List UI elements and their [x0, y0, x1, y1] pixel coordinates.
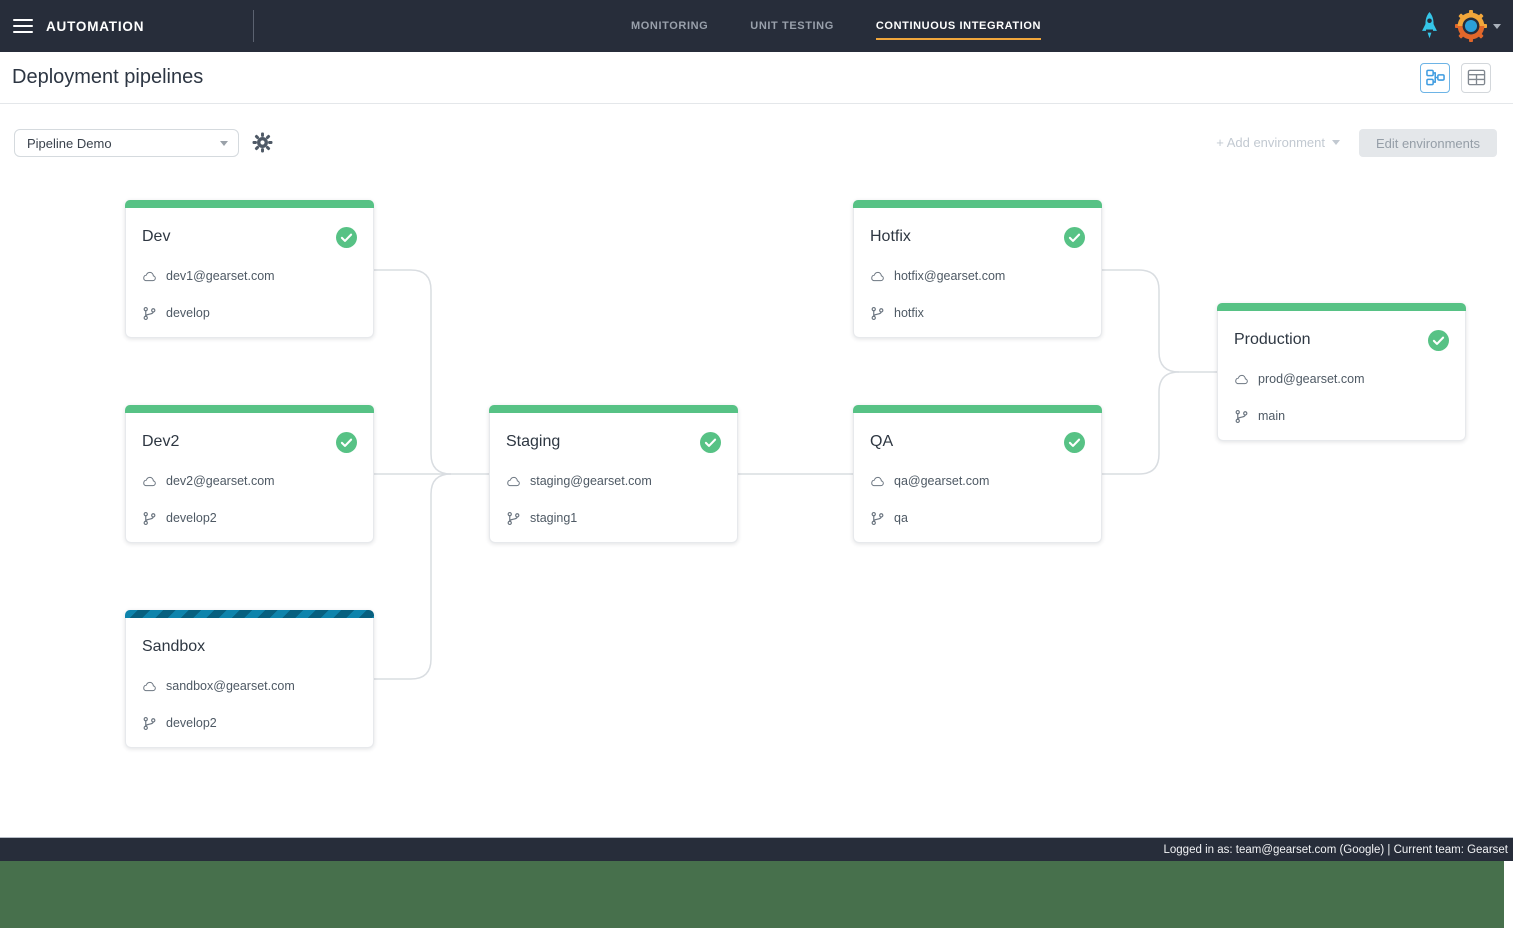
account-menu[interactable] — [1455, 10, 1501, 42]
check-circle-icon — [1428, 330, 1449, 351]
logged-in-status: Logged in as: team@gearset.com (Google) … — [1164, 844, 1509, 856]
env-branch: main — [1258, 409, 1285, 423]
env-org: dev1@gearset.com — [166, 269, 275, 283]
env-branch: qa — [894, 511, 908, 525]
view-toggles — [1420, 63, 1491, 93]
add-environment-button[interactable]: + Add environment — [1216, 135, 1340, 150]
edit-environments-button[interactable]: Edit environments — [1359, 129, 1497, 157]
page-header: Deployment pipelines — [0, 52, 1513, 104]
tab-unit-testing[interactable]: UNIT TESTING — [750, 14, 834, 38]
chevron-down-icon — [1332, 140, 1340, 145]
table-view-icon[interactable] — [1461, 63, 1491, 93]
add-environment-label: + Add environment — [1216, 135, 1325, 150]
git-branch-icon — [142, 306, 157, 321]
pipeline-toolbar: Pipeline Demo + Add environment Edit env… — [0, 104, 1513, 170]
env-status-bar — [125, 405, 374, 413]
git-branch-icon — [506, 511, 521, 526]
chevron-down-icon — [1493, 24, 1501, 29]
cloud-icon — [506, 474, 521, 489]
env-status-bar — [125, 200, 374, 208]
footer-panel — [0, 861, 1504, 928]
env-status-bar — [853, 405, 1102, 413]
cloud-icon — [142, 679, 157, 694]
pipeline-select-value: Pipeline Demo — [27, 136, 112, 151]
tab-continuous-integration[interactable]: CONTINUOUS INTEGRATION — [876, 14, 1041, 38]
app-window: AUTOMATION MONITORING UNIT TESTING CONTI… — [0, 0, 1513, 928]
check-circle-icon — [1064, 432, 1085, 453]
env-org: sandbox@gearset.com — [166, 679, 295, 693]
env-org: hotfix@gearset.com — [894, 269, 1005, 283]
env-branch: hotfix — [894, 306, 924, 320]
env-status-bar — [1217, 303, 1466, 311]
tab-monitoring[interactable]: MONITORING — [631, 14, 708, 38]
env-status-bar-striped — [125, 610, 374, 618]
check-circle-icon — [700, 432, 721, 453]
chevron-down-icon — [220, 141, 228, 146]
env-name: Production — [1234, 331, 1311, 349]
env-org: dev2@gearset.com — [166, 474, 275, 488]
git-branch-icon — [1234, 409, 1249, 424]
git-branch-icon — [142, 511, 157, 526]
env-name: Dev — [142, 228, 170, 246]
cloud-icon — [142, 269, 157, 284]
nav-tabs: MONITORING UNIT TESTING CONTINUOUS INTEG… — [631, 0, 1041, 52]
env-name: Sandbox — [142, 638, 205, 656]
env-card-dev2[interactable]: Dev2 dev2@gearset.com develop2 — [125, 405, 374, 543]
cloud-icon — [870, 269, 885, 284]
env-name: QA — [870, 433, 893, 451]
env-name: Hotfix — [870, 228, 911, 246]
cloud-icon — [870, 474, 885, 489]
nav-divider — [253, 10, 254, 42]
gear-icon[interactable] — [252, 132, 273, 153]
env-org: prod@gearset.com — [1258, 372, 1365, 386]
env-name: Dev2 — [142, 433, 179, 451]
env-status-bar — [853, 200, 1102, 208]
env-branch: develop — [166, 306, 210, 320]
pipeline-select[interactable]: Pipeline Demo — [14, 129, 239, 157]
env-name: Staging — [506, 433, 560, 451]
env-org: staging@gearset.com — [530, 474, 652, 488]
env-branch: staging1 — [530, 511, 577, 525]
cloud-icon — [142, 474, 157, 489]
env-card-dev[interactable]: Dev dev1@gearset.com develop — [125, 200, 374, 338]
env-card-production[interactable]: Production prod@gearset.com main — [1217, 303, 1466, 441]
check-circle-icon — [1064, 227, 1085, 248]
git-branch-icon — [870, 306, 885, 321]
env-branch: develop2 — [166, 716, 217, 730]
check-circle-icon — [336, 432, 357, 453]
git-branch-icon — [870, 511, 885, 526]
env-card-hotfix[interactable]: Hotfix hotfix@gearset.com hotfix — [853, 200, 1102, 338]
check-circle-icon — [336, 227, 357, 248]
nav-right-actions — [1419, 0, 1501, 52]
cloud-icon — [1234, 372, 1249, 387]
env-card-sandbox[interactable]: Sandbox sandbox@gearset.com develop2 — [125, 610, 374, 748]
menu-icon[interactable] — [13, 19, 33, 34]
env-org: qa@gearset.com — [894, 474, 989, 488]
status-bar: Logged in as: team@gearset.com (Google) … — [0, 837, 1513, 861]
env-card-qa[interactable]: QA qa@gearset.com qa — [853, 405, 1102, 543]
pipeline-view-icon[interactable] — [1420, 63, 1450, 93]
env-branch: develop2 — [166, 511, 217, 525]
page-title: Deployment pipelines — [12, 66, 203, 89]
app-brand: AUTOMATION — [46, 19, 144, 34]
git-branch-icon — [142, 716, 157, 731]
rocket-icon[interactable] — [1419, 11, 1440, 41]
env-card-staging[interactable]: Staging staging@gearset.com staging1 — [489, 405, 738, 543]
pipeline-canvas: Dev dev1@gearset.com develop Dev2 dev2@g… — [0, 170, 1513, 837]
gearset-logo-icon — [1455, 10, 1487, 42]
top-navbar: AUTOMATION MONITORING UNIT TESTING CONTI… — [0, 0, 1513, 52]
env-status-bar — [489, 405, 738, 413]
